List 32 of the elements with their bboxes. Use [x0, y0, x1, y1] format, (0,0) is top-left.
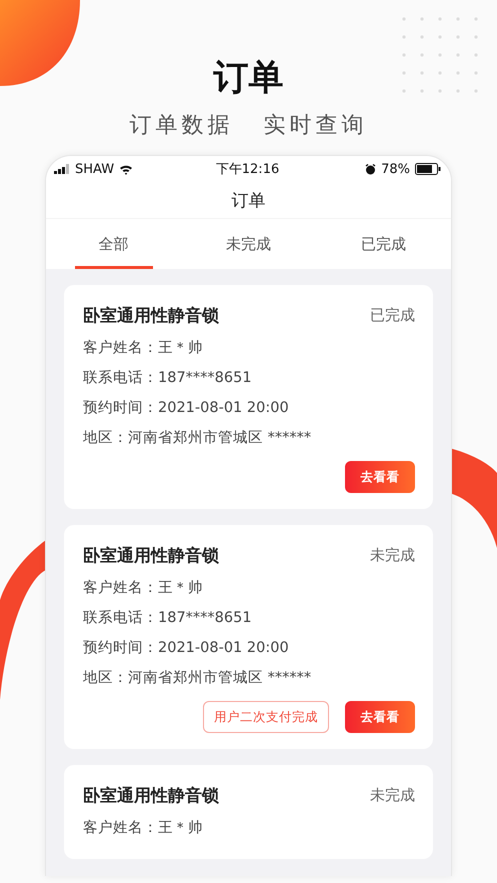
- tab[interactable]: 未完成: [226, 219, 271, 269]
- view-button[interactable]: 去看看: [345, 461, 415, 493]
- alarm-icon: [365, 164, 376, 174]
- order-detail: 地区：河南省郑州市管城区 ******: [83, 668, 312, 688]
- order-detail: 地区：河南省郑州市管城区 ******: [83, 428, 312, 448]
- order-detail: 联系电话：187****8651: [83, 369, 253, 388]
- page-subtitle: 订单数据: [130, 112, 234, 140]
- tab[interactable]: 已完成: [361, 219, 406, 269]
- product-title: 卧室通用性静音锁: [83, 544, 219, 566]
- battery-icon: [415, 163, 441, 175]
- order-detail: 客户姓名：王＊帅: [83, 818, 204, 838]
- battery-percent: 78%: [381, 162, 410, 176]
- wifi-icon: [119, 164, 134, 174]
- order-detail: 客户姓名：王＊帅: [83, 578, 204, 598]
- order-status: 未完成: [370, 546, 415, 564]
- screen-title: 订单: [232, 190, 266, 212]
- order-status: 已完成: [370, 306, 415, 324]
- payment-complete-button[interactable]: 用户二次支付完成: [203, 701, 329, 733]
- product-title: 卧室通用性静音锁: [83, 304, 219, 326]
- order-status: 未完成: [370, 786, 415, 804]
- order-detail: 预约时间：2021-08-01 20:00: [83, 639, 290, 658]
- order-detail: 联系电话：187****8651: [83, 609, 253, 628]
- page-subtitle: 实时查询: [264, 112, 368, 140]
- tab[interactable]: 全部: [74, 219, 152, 269]
- order-detail: 客户姓名：王＊帅: [83, 338, 204, 358]
- view-button[interactable]: 去看看: [345, 701, 415, 733]
- carrier-name: SHAW: [75, 162, 114, 176]
- product-title: 卧室通用性静音锁: [83, 784, 219, 806]
- signal-icon: [54, 164, 70, 174]
- status-time: 下午12:16: [216, 161, 280, 178]
- order-detail: 预约时间：2021-08-01 20:00: [83, 399, 290, 418]
- page-title: 订单: [214, 57, 284, 100]
